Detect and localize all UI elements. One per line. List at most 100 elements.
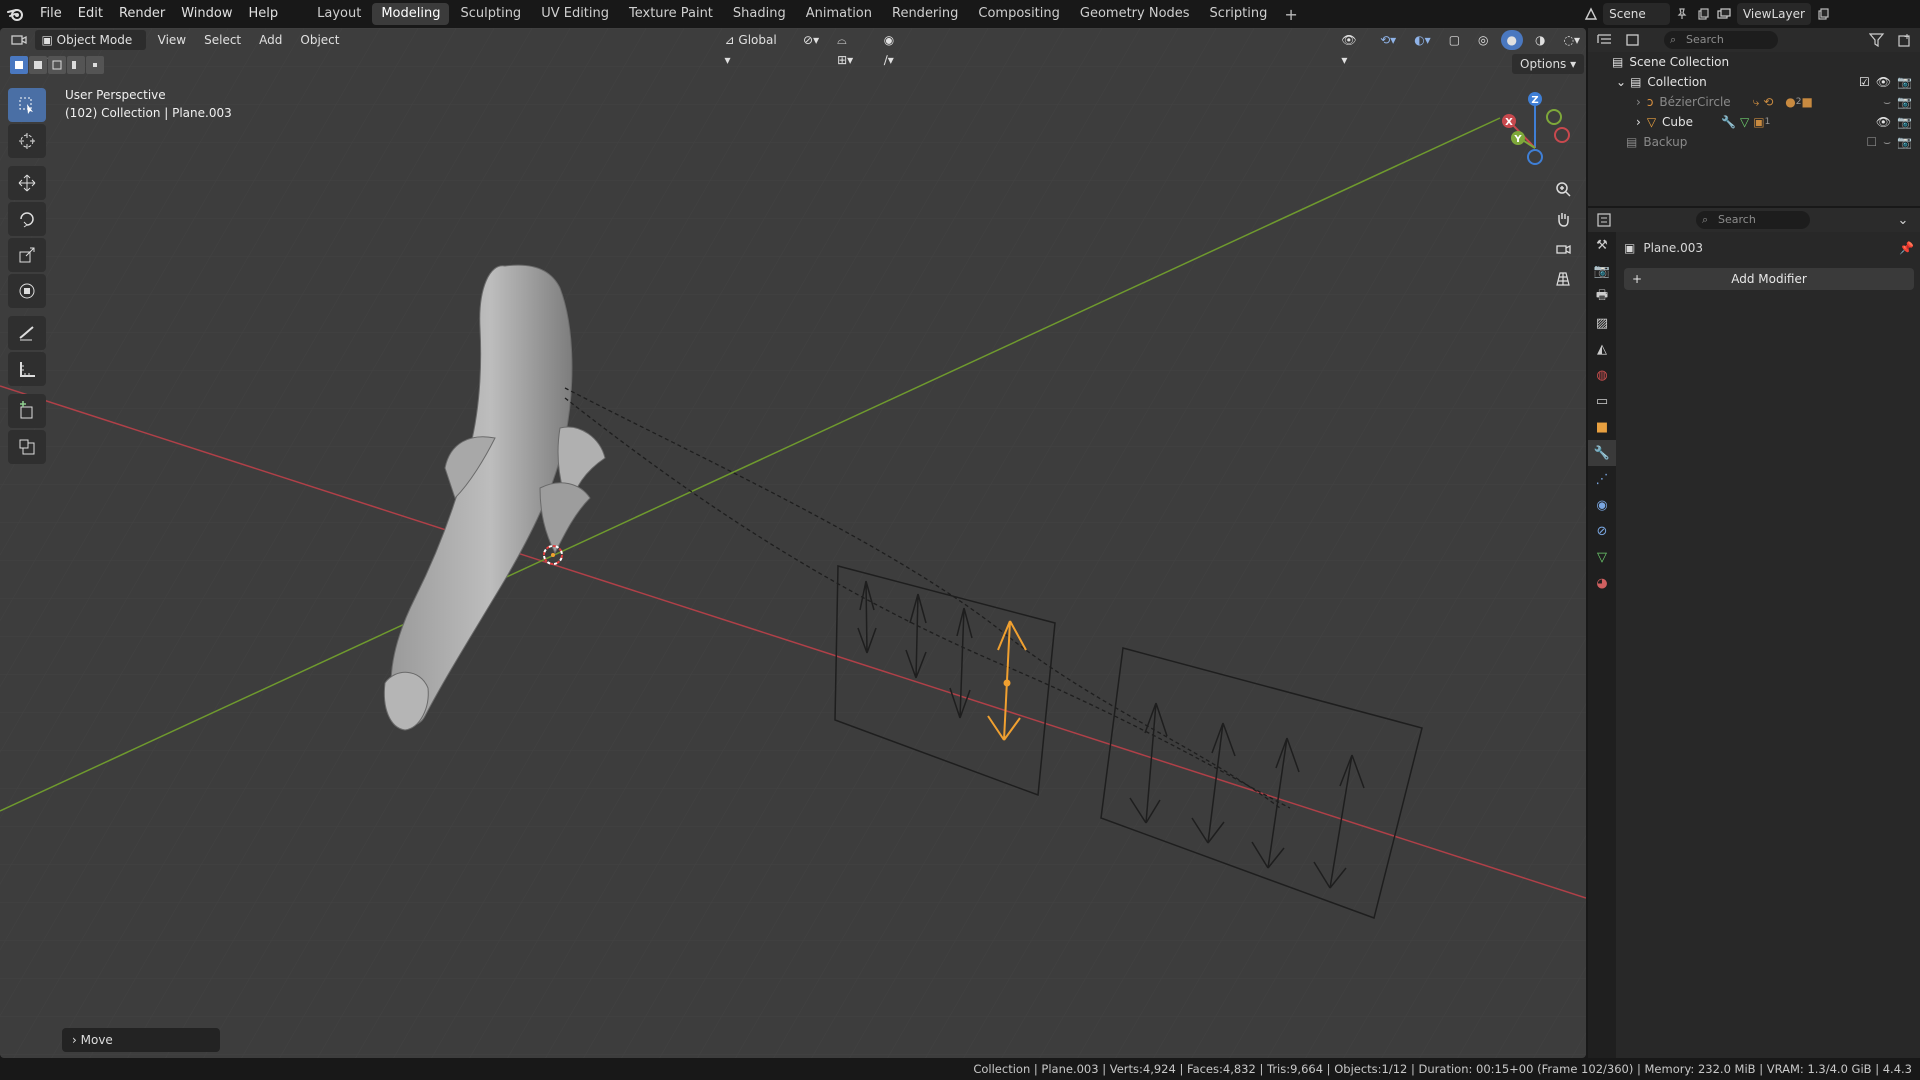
xray-icon[interactable]: ▢: [1443, 30, 1466, 50]
view-layer-field[interactable]: ViewLayer: [1736, 3, 1811, 25]
view-layer-icon[interactable]: [1716, 3, 1733, 25]
rotate-tool-icon[interactable]: [8, 202, 46, 236]
menu-add[interactable]: Add: [253, 30, 288, 50]
camera-icon[interactable]: 📷: [1897, 95, 1912, 109]
tab-scripting[interactable]: Scripting: [1201, 3, 1277, 25]
object-tab-icon[interactable]: ■: [1588, 414, 1616, 440]
menu-select[interactable]: Select: [198, 30, 247, 50]
select-extend-icon[interactable]: [29, 56, 47, 74]
proportional-editing-icon[interactable]: ◉ ∕▾: [878, 30, 914, 67]
material-shading-icon[interactable]: ◑: [1529, 30, 1551, 50]
outliner-editor-type-icon[interactable]: [1594, 29, 1616, 51]
select-box-tool-icon[interactable]: [8, 88, 46, 122]
measure-tool-icon[interactable]: [8, 352, 46, 386]
menu-object[interactable]: Object: [294, 30, 345, 50]
add-modifier-button[interactable]: + Add Modifier: [1624, 268, 1914, 290]
pin-icon[interactable]: 📌: [1899, 241, 1914, 255]
chevron-down-icon[interactable]: ⌄: [1892, 209, 1914, 231]
new-view-layer-icon[interactable]: [1815, 3, 1832, 25]
view-layer-tab-icon[interactable]: ▨: [1588, 310, 1616, 336]
tab-layout[interactable]: Layout: [308, 3, 370, 25]
blender-logo-icon[interactable]: [0, 0, 32, 28]
tab-animation[interactable]: Animation: [797, 3, 881, 25]
wireframe-shading-icon[interactable]: ◎: [1472, 30, 1494, 50]
tab-rendering[interactable]: Rendering: [883, 3, 967, 25]
outliner-row-beziercircle[interactable]: › ↄ BézierCircle ⤷ ⟲ ● 2 ■ ⌣ 📷: [1588, 92, 1920, 112]
constraints-tab-icon[interactable]: ⊘: [1588, 518, 1616, 544]
properties-search-input[interactable]: ⌕ Search: [1696, 211, 1810, 229]
new-collection-icon[interactable]: [1894, 29, 1916, 51]
camera-view-icon[interactable]: [1550, 236, 1576, 262]
rendered-shading-icon[interactable]: ◌▾: [1557, 30, 1586, 50]
modifier-tab-icon[interactable]: 🔧: [1588, 440, 1616, 466]
options-dropdown[interactable]: Options ▾: [1512, 54, 1585, 74]
menu-file[interactable]: File: [32, 0, 70, 28]
tab-shading[interactable]: Shading: [724, 3, 795, 25]
eye-icon[interactable]: 👁: [1876, 75, 1891, 89]
add-object-tool-icon[interactable]: [8, 430, 46, 464]
output-tab-icon[interactable]: 🖶: [1588, 284, 1616, 310]
outliner-search-input[interactable]: ⌕ Search: [1664, 31, 1778, 49]
camera-icon[interactable]: 📷: [1897, 115, 1912, 129]
eye-hidden-icon[interactable]: ⌣: [1883, 135, 1891, 150]
tab-compositing[interactable]: Compositing: [969, 3, 1069, 25]
checkbox-icon[interactable]: ☑: [1859, 75, 1870, 89]
outliner-row-backup[interactable]: ▤ Backup ☐ ⌣ 📷: [1588, 132, 1920, 152]
chevron-right-icon[interactable]: ›: [1636, 115, 1641, 129]
tab-geometry-nodes[interactable]: Geometry Nodes: [1071, 3, 1199, 25]
chevron-down-icon[interactable]: ⌄: [1616, 75, 1626, 89]
collection-tab-icon[interactable]: ▭: [1588, 388, 1616, 414]
camera-icon[interactable]: 📷: [1897, 135, 1912, 149]
camera-icon[interactable]: 📷: [1897, 75, 1912, 89]
transform-orientation-dropdown[interactable]: ⊿ Global ▾: [719, 30, 792, 67]
move-tool-icon[interactable]: [8, 166, 46, 200]
add-workspace-icon[interactable]: +: [1278, 5, 1303, 24]
annotate-tool-icon[interactable]: [8, 316, 46, 350]
menu-window[interactable]: Window: [173, 0, 240, 28]
visibility-icon[interactable]: 👁▾: [1335, 30, 1368, 67]
select-intersect-icon[interactable]: [86, 56, 104, 74]
transform-tool-icon[interactable]: [8, 274, 46, 308]
perspective-toggle-icon[interactable]: [1550, 266, 1576, 292]
outliner-row-cube[interactable]: › ▽ Cube 🔧 ▽ ▣ 1 👁 📷: [1588, 112, 1920, 132]
menu-view[interactable]: View: [152, 30, 192, 50]
pan-hand-icon[interactable]: [1550, 206, 1576, 232]
render-tab-icon[interactable]: 📷: [1588, 258, 1616, 284]
tab-uv-editing[interactable]: UV Editing: [532, 3, 618, 25]
tab-texture-paint[interactable]: Texture Paint: [620, 3, 722, 25]
pin-icon[interactable]: [1674, 3, 1691, 25]
particles-tab-icon[interactable]: ⋰: [1588, 466, 1616, 492]
select-subtract-icon[interactable]: [48, 56, 66, 74]
scene-icon[interactable]: [1582, 3, 1599, 25]
object-mode-dropdown[interactable]: ▣ Object Mode ▾: [35, 30, 146, 67]
editor-type-icon[interactable]: [8, 29, 29, 51]
eye-hidden-icon[interactable]: ⌣: [1883, 95, 1891, 110]
display-mode-icon[interactable]: [1622, 29, 1644, 51]
select-invert-icon[interactable]: [67, 56, 85, 74]
data-tab-icon[interactable]: ▽: [1588, 544, 1616, 570]
cursor-tool-icon[interactable]: [8, 124, 46, 158]
new-scene-icon[interactable]: [1695, 3, 1712, 25]
eye-icon[interactable]: 👁: [1876, 115, 1891, 129]
snapping-icon[interactable]: ⌓ ⊞▾: [831, 30, 872, 67]
outliner-row-scene-collection[interactable]: ▤ Scene Collection: [1588, 52, 1920, 72]
menu-edit[interactable]: Edit: [70, 0, 111, 28]
properties-editor-type-icon[interactable]: [1594, 209, 1616, 231]
material-tab-icon[interactable]: ◕: [1588, 570, 1616, 596]
menu-render[interactable]: Render: [111, 0, 173, 28]
scene-tab-icon[interactable]: ◭: [1588, 336, 1616, 362]
viewport-canvas[interactable]: Z X Y: [0, 28, 1586, 1058]
last-operator-panel[interactable]: › Move: [62, 1028, 220, 1052]
tab-sculpting[interactable]: Sculpting: [451, 3, 530, 25]
pivot-point-icon[interactable]: ⊘▾: [797, 30, 825, 50]
chevron-right-icon[interactable]: ›: [1636, 95, 1641, 109]
solid-shading-icon[interactable]: ●: [1500, 30, 1523, 50]
filter-icon[interactable]: [1866, 29, 1888, 51]
zoom-icon[interactable]: [1550, 176, 1576, 202]
tab-modeling[interactable]: Modeling: [372, 3, 450, 25]
world-tab-icon[interactable]: ◍: [1588, 362, 1616, 388]
tool-tab-icon[interactable]: ⚒: [1588, 232, 1616, 258]
scale-tool-icon[interactable]: [8, 238, 46, 272]
select-new-icon[interactable]: [10, 56, 28, 74]
physics-tab-icon[interactable]: ◉: [1588, 492, 1616, 518]
